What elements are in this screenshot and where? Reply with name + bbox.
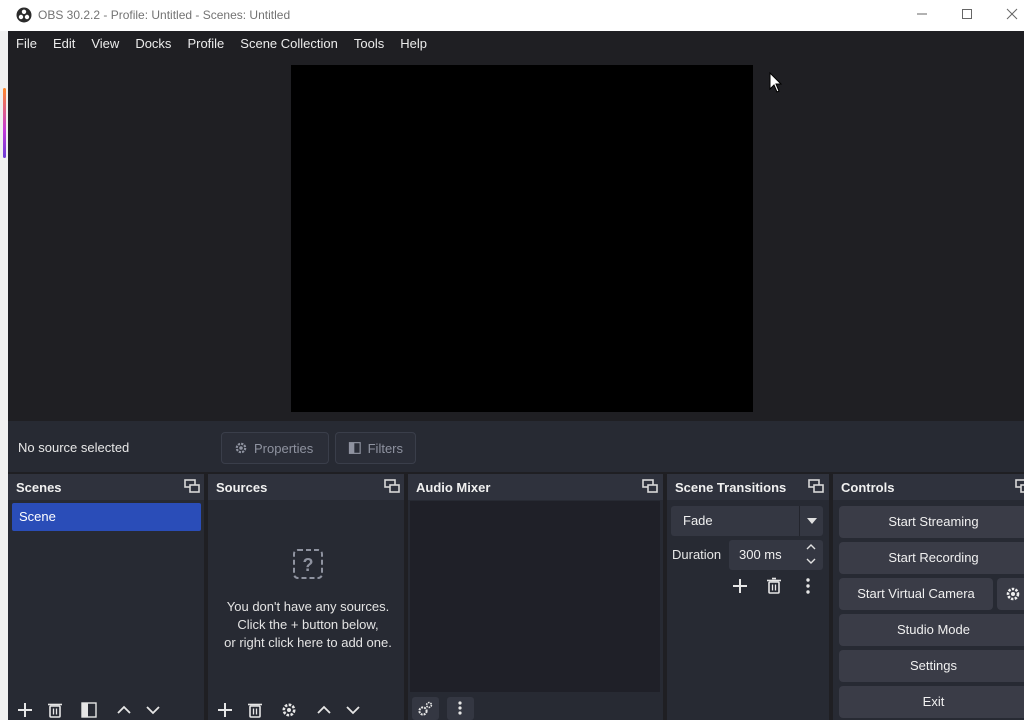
sources-dock[interactable]: Sources: [208, 474, 404, 720]
add-source-icon[interactable]: [214, 699, 236, 721]
trash-icon[interactable]: [763, 575, 785, 597]
source-status: No source selected: [18, 440, 130, 455]
filter-icon: [348, 442, 361, 454]
title-bar: OBS 30.2.2 - Profile: Untitled - Scenes:…: [0, 0, 1024, 31]
maximize-icon: [962, 9, 972, 19]
sources-empty-line-2: Click the + button below,: [237, 617, 379, 632]
source-toolbar: [8, 421, 1024, 472]
chevron-down-icon: [807, 518, 817, 524]
maximize-button[interactable]: [952, 4, 982, 26]
menu-docks[interactable]: Docks: [127, 31, 179, 57]
trash-icon[interactable]: [44, 699, 66, 721]
gears-icon: [418, 701, 433, 716]
gear-icon: [235, 442, 247, 454]
filters-label: Filters: [367, 440, 403, 456]
exit-button[interactable]: Exit: [839, 686, 1024, 718]
duration-label: Duration: [672, 547, 722, 562]
transition-select-value: Fade: [683, 513, 713, 528]
sources-empty-line-3: or right click here to add one.: [224, 635, 392, 650]
more-vertical-icon: [458, 701, 462, 715]
menu-view[interactable]: View: [83, 31, 127, 57]
menu-edit[interactable]: Edit: [45, 31, 83, 57]
scene-list-item[interactable]: Scene: [12, 503, 201, 531]
menu-profile[interactable]: Profile: [179, 31, 232, 57]
move-down-icon[interactable]: [142, 699, 164, 721]
undock-icon[interactable]: [1015, 479, 1024, 493]
audio-mixer-area[interactable]: [410, 501, 660, 692]
menu-help[interactable]: Help: [392, 31, 435, 57]
filter-icon[interactable]: [78, 699, 100, 721]
close-icon: [1006, 8, 1018, 20]
virtual-camera-settings-button[interactable]: [997, 578, 1024, 610]
add-scene-icon[interactable]: [14, 699, 36, 721]
sources-dock-title: Sources: [216, 480, 268, 495]
menu-scene-collection[interactable]: Scene Collection: [232, 31, 346, 57]
undock-icon[interactable]: [642, 479, 658, 493]
start-virtual-camera-button[interactable]: Start Virtual Camera: [839, 578, 993, 610]
chevron-down-icon[interactable]: [805, 557, 817, 565]
taskbar-glow: [3, 88, 6, 158]
transition-dropdown-button[interactable]: [799, 506, 823, 536]
scenes-dock-title: Scenes: [16, 480, 62, 495]
close-button[interactable]: [997, 4, 1024, 26]
menu-file[interactable]: File: [8, 31, 45, 57]
undock-icon[interactable]: [384, 479, 400, 493]
gear-icon: [1006, 587, 1020, 601]
audio-mixer-dock-title: Audio Mixer: [416, 480, 491, 495]
menu-tools[interactable]: Tools: [346, 31, 392, 57]
add-transition-icon[interactable]: [729, 575, 751, 597]
studio-mode-button[interactable]: Studio Mode: [839, 614, 1024, 646]
more-vertical-icon[interactable]: [797, 575, 819, 597]
start-streaming-button[interactable]: Start Streaming: [839, 506, 1024, 538]
scene-transitions-dock-title: Scene Transitions: [675, 480, 787, 495]
duration-value: 300 ms: [739, 547, 782, 562]
undock-icon[interactable]: [184, 479, 200, 493]
question-mark-icon: ?: [293, 549, 323, 579]
move-up-icon[interactable]: [113, 699, 135, 721]
move-down-icon[interactable]: [342, 699, 364, 721]
gear-icon[interactable]: [278, 699, 300, 721]
obs-logo-icon: [16, 7, 32, 23]
settings-button[interactable]: Settings: [839, 650, 1024, 682]
trash-icon[interactable]: [244, 699, 266, 721]
menu-bar: File Edit View Docks Profile Scene Colle…: [8, 31, 1024, 57]
mouse-cursor-icon: [769, 72, 783, 93]
undock-icon[interactable]: [808, 479, 824, 493]
chevron-up-icon[interactable]: [805, 543, 817, 551]
controls-dock-title: Controls: [841, 480, 895, 495]
preview-canvas[interactable]: [291, 65, 753, 412]
window-title: OBS 30.2.2 - Profile: Untitled - Scenes:…: [38, 8, 291, 22]
minimize-button[interactable]: [907, 4, 937, 26]
svg-text:?: ?: [303, 555, 314, 575]
filters-button[interactable]: Filters: [335, 432, 416, 464]
properties-button[interactable]: Properties: [221, 432, 329, 464]
sources-empty-line-1: You don't have any sources.: [226, 599, 390, 614]
properties-label: Properties: [254, 440, 314, 456]
minimize-icon: [917, 13, 927, 15]
start-recording-button[interactable]: Start Recording: [839, 542, 1024, 574]
mixer-advanced-button[interactable]: [412, 697, 439, 720]
mixer-menu-button[interactable]: [447, 697, 474, 720]
move-up-icon[interactable]: [313, 699, 335, 721]
